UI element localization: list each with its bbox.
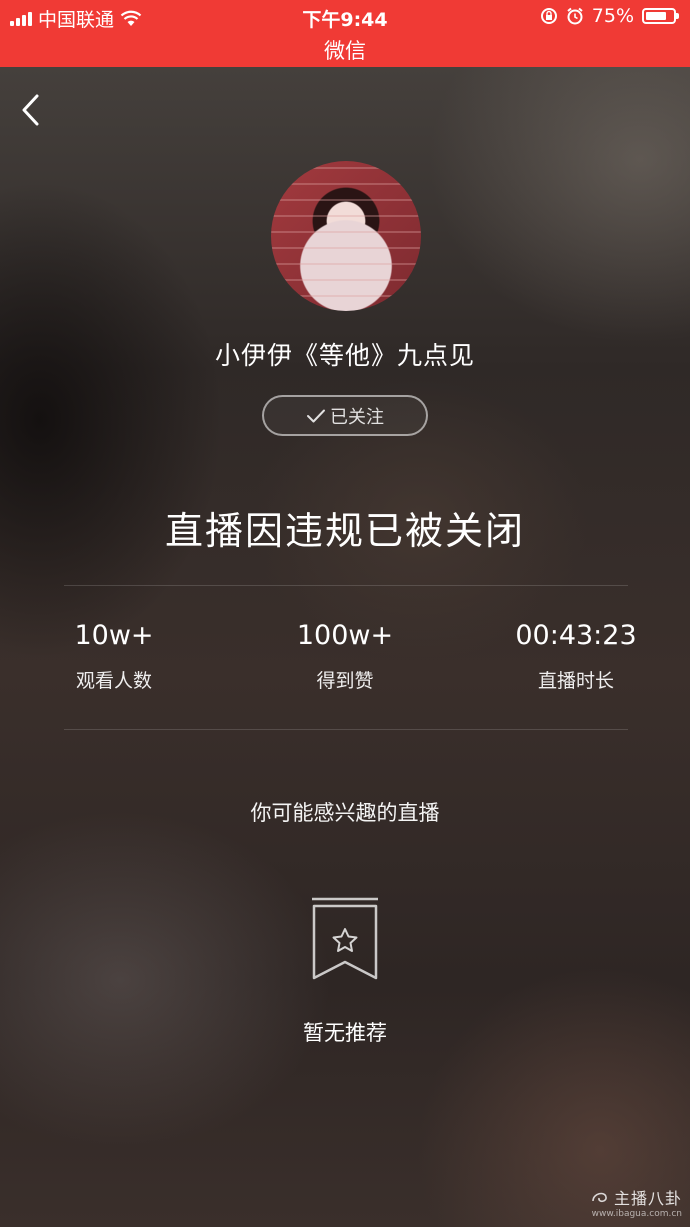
status-bar: 中国联通 下午9:44 75% [0, 0, 690, 36]
stat-value: 10w+ [74, 620, 154, 651]
watermark-url: www.ibagua.com.cn [591, 1209, 682, 1219]
watermark: 主播八卦 www.ibagua.com.cn [590, 1185, 682, 1219]
stat-viewers: 10w+ 观看人数 [14, 618, 214, 693]
app-title: 微信 [324, 39, 366, 63]
divider-bottom [64, 729, 628, 730]
battery-percent: 75% [591, 5, 634, 27]
stat-label: 得到赞 [316, 670, 374, 692]
rotation-lock-icon [540, 8, 557, 24]
watermark-swirl-icon [592, 1192, 607, 1203]
stream-closed-message: 直播因违规已被关闭 [164, 509, 525, 553]
stat-label: 观看人数 [75, 670, 152, 692]
back-button[interactable] [18, 92, 46, 128]
avatar[interactable] [271, 161, 421, 311]
stat-value: 00:43:23 [515, 620, 637, 651]
stat-value: 100w+ [296, 620, 394, 651]
stat-likes: 100w+ 得到赞 [245, 618, 445, 693]
stat-label: 直播时长 [537, 670, 614, 692]
chevron-left-icon [22, 94, 39, 126]
streamer-name: 小伊伊《等他》九点见 [214, 341, 475, 370]
recommendations-title: 你可能感兴趣的直播 [250, 801, 440, 825]
no-recommendations-text: 暂无推荐 [303, 1021, 387, 1045]
follow-button[interactable]: 已关注 [262, 395, 428, 436]
follow-label: 已关注 [330, 406, 384, 428]
bookmark-star-icon [309, 896, 381, 986]
battery-icon [642, 8, 679, 24]
status-bar-right: 75% [540, 5, 679, 27]
battery-level [646, 12, 666, 20]
checkmark-icon [307, 409, 325, 422]
divider-top [64, 585, 628, 586]
alarm-icon [567, 7, 583, 25]
watermark-text: 主播八卦 [613, 1189, 682, 1208]
title-bar: 微信 [0, 36, 690, 67]
watermark-logo: 主播八卦 [590, 1185, 682, 1209]
stat-duration: 00:43:23 直播时长 [476, 618, 676, 693]
stats-row: 10w+ 观看人数 100w+ 得到赞 00:43:23 直播时长 [0, 618, 690, 708]
